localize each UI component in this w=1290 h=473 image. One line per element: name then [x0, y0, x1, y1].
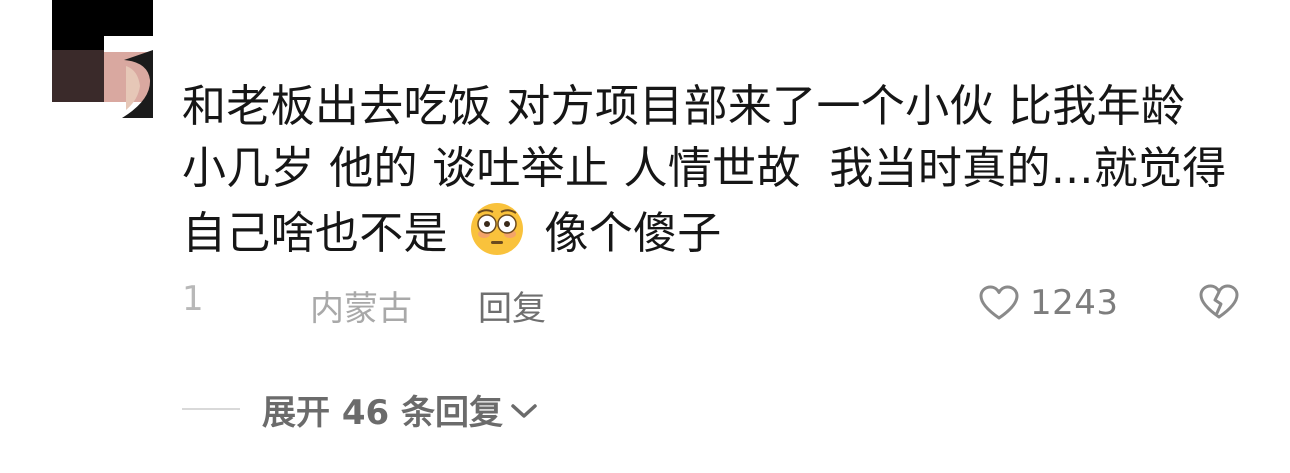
comment-line: 小几岁 他的 谈吐举止 人情世故 我当时真的...就觉得 — [182, 143, 1227, 194]
expand-replies-label: 展开 46 条回复 — [262, 392, 503, 433]
expand-replies-button[interactable]: 展开 46 条回复 — [182, 386, 539, 433]
comment-text: 和老板出去吃饭 对方项目部来了一个小伙 比我年龄 小几岁 他的 谈吐举止 人情世… — [182, 76, 1242, 275]
comment-line: 和老板出去吃饭 对方项目部来了一个小伙 比我年龄 — [182, 81, 1186, 132]
comment-meta-row: 1 内蒙古 回复 1243 — [182, 275, 1252, 331]
comment-text-part: 像个傻子 — [544, 208, 722, 259]
reply-button[interactable]: 回复 — [478, 281, 546, 330]
comment-line: 自己啥也不是 像个傻子 — [182, 200, 1242, 275]
like-button[interactable]: 1243 — [978, 281, 1119, 325]
broken-heart-icon — [1199, 284, 1239, 319]
avatar-image — [52, 0, 153, 118]
comment-text-part: 自己啥也不是 — [182, 208, 448, 259]
comment-location: 内蒙古 — [310, 289, 412, 329]
comment-time: 1 — [182, 279, 204, 319]
chevron-down-icon — [511, 404, 537, 418]
flushed-face-icon — [468, 200, 526, 275]
avatar[interactable] — [52, 0, 153, 118]
dislike-button[interactable] — [1198, 283, 1240, 325]
divider-line — [182, 408, 240, 410]
heart-icon — [979, 285, 1019, 320]
like-count: 1243 — [1030, 283, 1119, 323]
